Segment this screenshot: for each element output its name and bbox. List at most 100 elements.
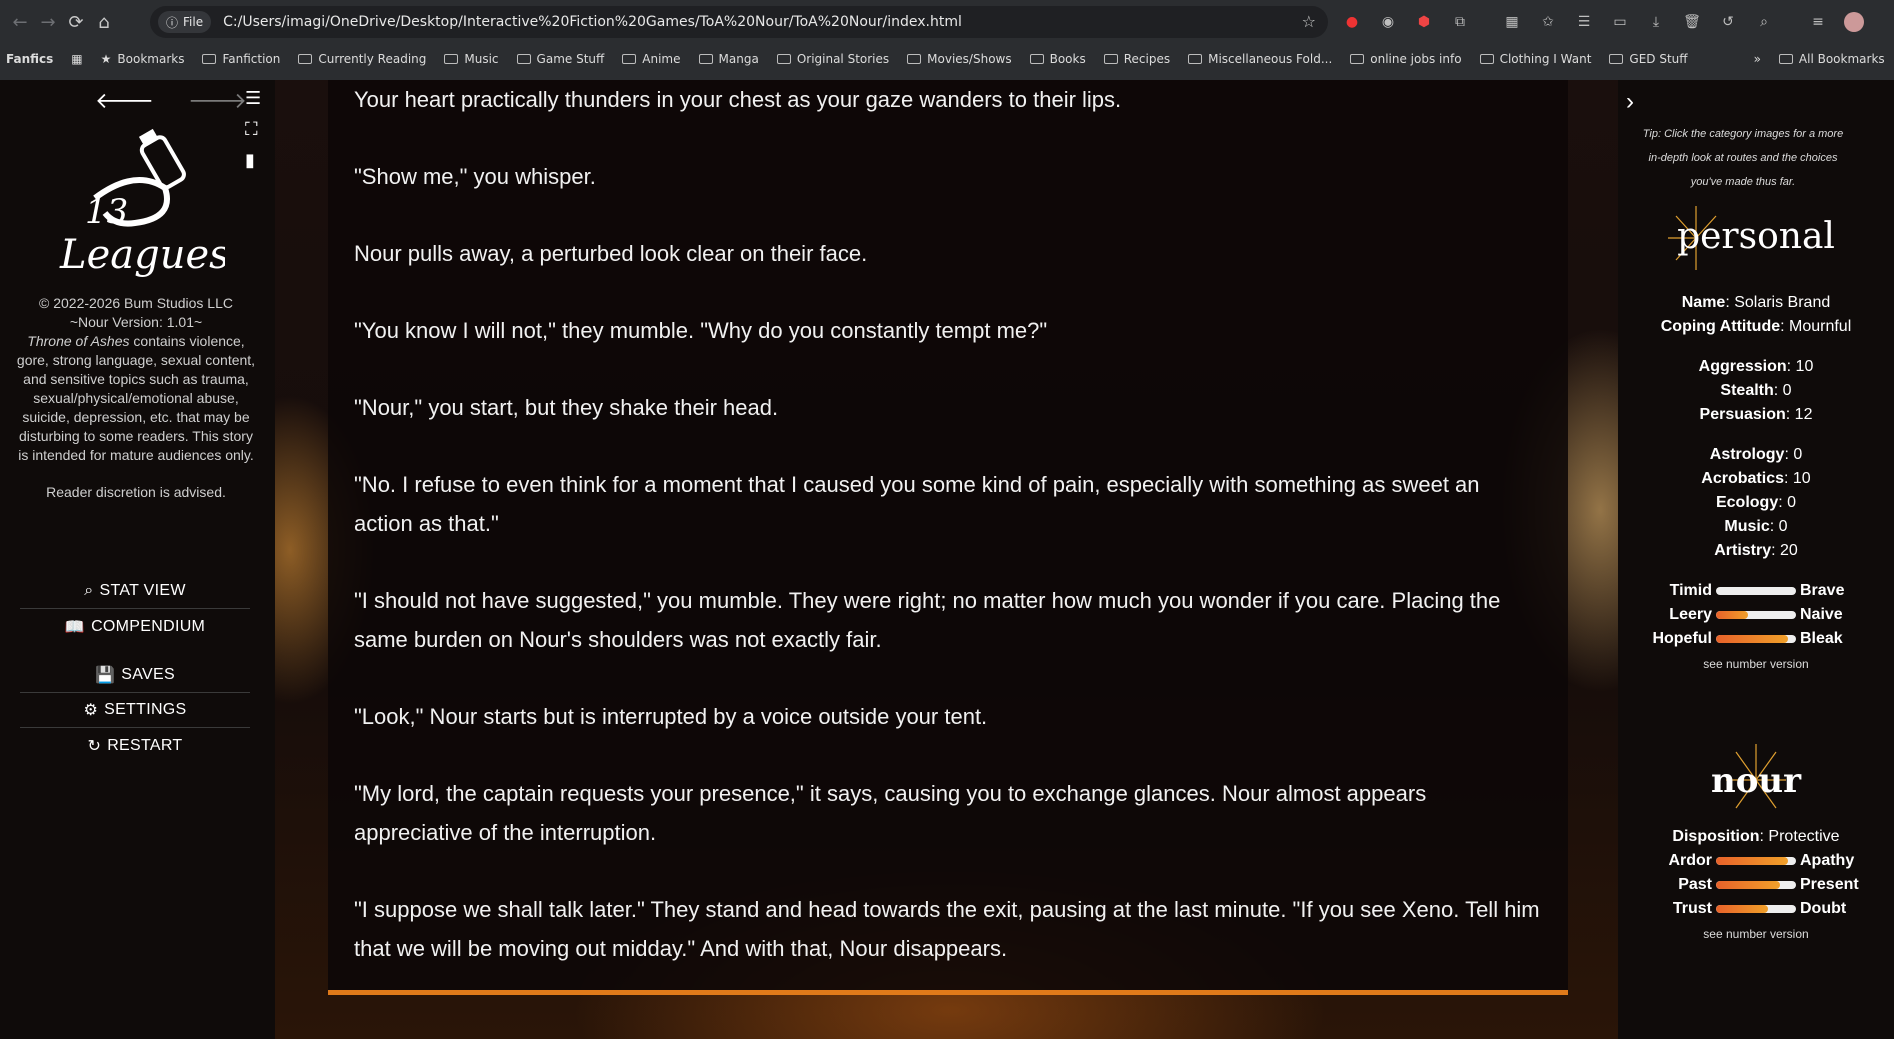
stat-view-button[interactable]: ⌕ STAT VIEW (20, 574, 250, 609)
folder-icon (698, 54, 713, 64)
slider-track (1716, 881, 1796, 889)
right-sidebar: › Tip: Click the category images for a m… (1618, 80, 1894, 1039)
disposition-label: Disposition (1672, 828, 1760, 845)
bookmark-folder-misc[interactable]: Miscellaneous Fold... (1188, 52, 1332, 66)
reader-icon[interactable]: ▭ (1610, 12, 1630, 32)
bookmark-folder-ged[interactable]: GED Stuff (1609, 52, 1688, 66)
favorites-icon[interactable]: ✩ (1538, 12, 1558, 32)
bookmark-folder-anime[interactable]: Anime (622, 52, 681, 66)
slider-track (1716, 635, 1796, 643)
bookmark-folder-music[interactable]: Music (444, 52, 499, 66)
bookmark-fanfics[interactable]: Fanfics (6, 52, 53, 66)
music-stat: Music: 0 (1618, 515, 1894, 539)
bookmark-label: Movies/Shows (927, 52, 1012, 66)
stat-value: : 20 (1771, 542, 1798, 559)
forward-icon[interactable]: → (34, 8, 62, 36)
bookmark-folder-all[interactable]: All Bookmarks (1778, 52, 1885, 66)
stat-label: Persuasion (1699, 406, 1786, 423)
bookmark-folder-currently-reading[interactable]: Currently Reading (298, 52, 426, 66)
slider-right-label: Apathy (1800, 852, 1855, 869)
fullscreen-icon[interactable]: ⛶ (245, 119, 261, 140)
history-icon[interactable]: ↺ (1718, 12, 1738, 32)
logo-word: Leagues (59, 232, 225, 278)
home-icon[interactable]: ⌂ (90, 8, 118, 36)
redo-arrow-icon[interactable]: 🡒 (188, 89, 247, 114)
download-icon[interactable]: ⤓ (1646, 12, 1666, 32)
tab-icon[interactable]: ▦ (1502, 12, 1522, 32)
bookmark-folder-online-jobs[interactable]: online jobs info (1350, 52, 1462, 66)
nour-emblem[interactable]: nour (1656, 740, 1856, 820)
bookmark-folder-game-stuff[interactable]: Game Stuff (516, 52, 604, 66)
back-icon[interactable]: ← (6, 8, 34, 36)
bookmark-folder-recipes[interactable]: Recipes (1103, 52, 1170, 66)
game-page: 🡐 🡒 ☰ ⛶ ▮ 13 Leagues © 2022-2026 Bum Stud… (0, 80, 1894, 1039)
slider-fill (1716, 905, 1768, 913)
ardor-apathy-slider: Ardor Apathy (1618, 849, 1894, 873)
settings-button[interactable]: ⚙ SETTINGS (20, 693, 250, 728)
book-open-icon: 📖 (64, 618, 86, 636)
collapse-chevron-icon[interactable]: › (1626, 88, 1634, 116)
book-icon[interactable]: ▮ (245, 150, 261, 171)
stat-value: : 0 (1769, 518, 1788, 535)
folder-icon (622, 54, 637, 64)
personal-emblem[interactable]: personal (1656, 198, 1856, 278)
restart-button[interactable]: ↻ RESTART (20, 728, 250, 763)
slider-left-label: Ardor (1668, 852, 1712, 869)
file-chip-label: File (183, 15, 204, 29)
disposition-value: : Protective (1759, 828, 1840, 845)
extension-red-icon[interactable]: ● (1342, 12, 1362, 32)
stat-label: Astrology (1709, 446, 1785, 463)
extension-circle-icon[interactable]: ◉ (1378, 12, 1398, 32)
passage-divider (328, 990, 1568, 995)
folder-icon (1778, 54, 1793, 64)
reading-list-icon[interactable]: ☰ (1574, 12, 1594, 32)
coping-label: Coping Attitude (1660, 318, 1781, 335)
compendium-button[interactable]: 📖 COMPENDIUM (20, 609, 250, 644)
see-number-version-link[interactable]: see number version (1618, 657, 1894, 671)
tab-search-icon[interactable]: ≡ (1808, 12, 1828, 32)
url-text[interactable]: C:/Users/imagi/OneDrive/Desktop/Interact… (223, 14, 962, 30)
ecology-stat: Ecology: 0 (1618, 491, 1894, 515)
menu-icon[interactable]: ☰ (245, 88, 261, 109)
screenshot-icon[interactable]: ⌕ (1754, 12, 1774, 32)
story-paragraph: "I suppose we shall talk later." They st… (354, 897, 1540, 961)
stat-value: : 10 (1786, 358, 1814, 375)
bookmark-folder-clothing[interactable]: Clothing I Want (1479, 52, 1591, 66)
undo-arrow-icon[interactable]: 🡐 (95, 89, 154, 114)
bookmark-bookmarks[interactable]: ★ Bookmarks (101, 52, 185, 66)
more-bookmarks-icon[interactable]: » (1754, 52, 1761, 66)
saves-button[interactable]: 💾 SAVES (20, 658, 250, 693)
bookmark-folder-manga[interactable]: Manga (698, 52, 759, 66)
bookmark-folder-original-stories[interactable]: Original Stories (776, 52, 889, 66)
slider-left-label: Leery (1669, 606, 1712, 623)
slider-fill (1716, 857, 1788, 865)
adblock-icon[interactable]: ⬢ (1414, 12, 1434, 32)
apps-icon[interactable]: ▦ (71, 52, 82, 66)
bookmarks-bar: Fanfics ▦ ★ Bookmarks Fanfiction Currentl… (0, 46, 1894, 72)
stat-label: Acrobatics (1701, 470, 1784, 487)
reload-icon[interactable]: ⟳ (62, 8, 90, 36)
bookmark-folder-movies-shows[interactable]: Movies/Shows (907, 52, 1012, 66)
bookmark-label: Fanfiction (222, 52, 281, 66)
bookmark-folder-books[interactable]: Books (1029, 52, 1086, 66)
trash-icon[interactable]: 🗑 (1682, 12, 1702, 32)
content-warning: contains violence, gore, strong language… (16, 333, 256, 463)
address-bar[interactable]: ⓘ File C:/Users/imagi/OneDrive/Desktop/In… (150, 6, 1328, 38)
hopeful-bleak-slider: Hopeful Bleak (1618, 627, 1894, 651)
stat-view-label: STAT VIEW (99, 582, 186, 599)
folder-icon (1188, 54, 1203, 64)
leery-naive-slider: Leery Naive (1618, 603, 1894, 627)
search-icon: ⌕ (84, 582, 94, 599)
restart-label: RESTART (107, 736, 183, 754)
see-number-version-link[interactable]: see number version (1618, 927, 1894, 941)
site-info-chip[interactable]: ⓘ File (158, 11, 212, 33)
left-sidebar: 🡐 🡒 ☰ ⛶ ▮ 13 Leagues © 2022-2026 Bum Stud… (0, 80, 275, 1039)
profile-avatar[interactable] (1844, 12, 1864, 32)
story-paragraph: "Look," Nour starts but is interrupted b… (354, 704, 988, 729)
stat-value: : 0 (1778, 494, 1797, 511)
star-icon: ★ (100, 52, 112, 66)
extensions-icon[interactable]: ⧉ (1450, 12, 1470, 32)
bookmark-folder-fanfiction[interactable]: Fanfiction (202, 52, 280, 66)
bookmark-star-icon[interactable]: ☆ (1302, 12, 1316, 31)
bookmark-label: Manga (718, 52, 759, 66)
